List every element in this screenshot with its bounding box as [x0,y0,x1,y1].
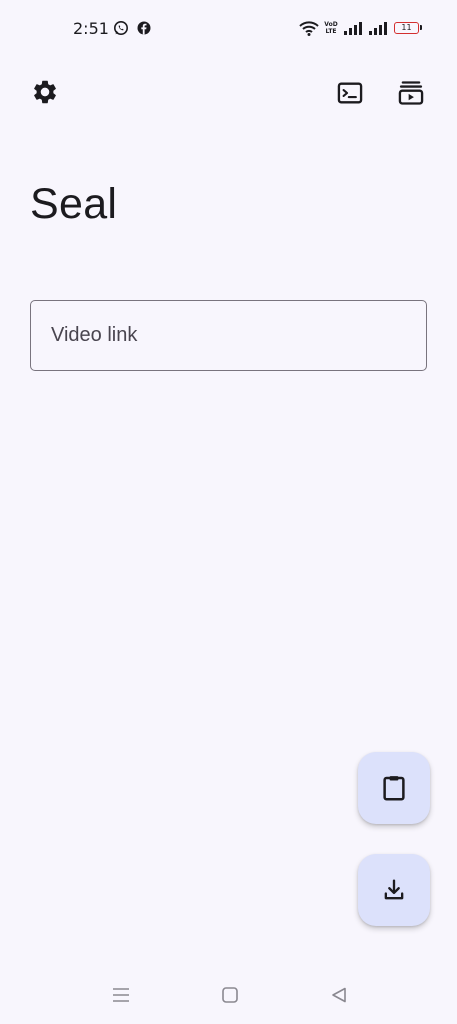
battery-level: 11 [401,23,412,32]
settings-button[interactable] [25,72,65,112]
navigation-bar [0,970,457,1024]
home-icon [222,987,238,1003]
recent-apps-button[interactable] [101,980,141,1010]
paste-fab[interactable] [358,752,430,824]
home-button[interactable] [210,980,250,1010]
facebook-icon [137,21,151,35]
whatsapp-icon [114,21,128,35]
menu-icon [113,988,129,1002]
signal-icon [344,22,362,35]
queue-icon [398,81,424,105]
back-icon [332,987,346,1003]
terminal-button[interactable] [330,73,370,113]
back-button[interactable] [319,980,359,1010]
terminal-icon [337,82,363,104]
gear-icon [34,80,56,104]
signal-icon [369,22,387,35]
volte-icon: VoD LTE [324,21,338,35]
video-link-input[interactable] [30,300,427,371]
status-time: 2:51 [73,19,109,38]
battery-icon: 11 [394,22,422,34]
page-title: Seal [30,180,118,228]
download-queue-button[interactable] [391,73,431,113]
wifi-icon [299,21,319,36]
download-fab[interactable] [358,854,430,926]
download-icon [384,879,404,900]
clipboard-icon [383,776,405,801]
status-bar: 2:51 VoD LTE 11 [0,0,457,58]
